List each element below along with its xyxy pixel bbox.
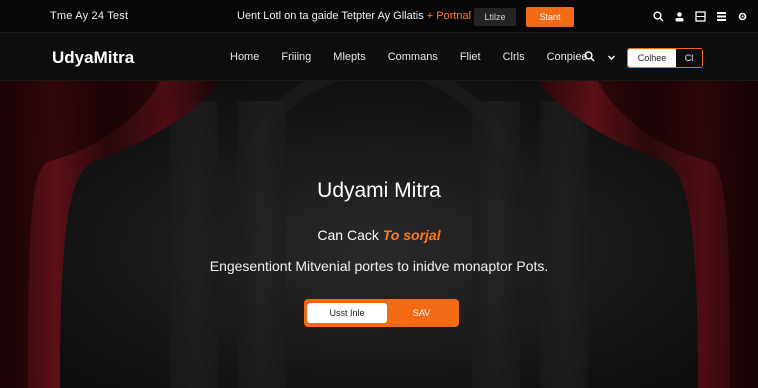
topbar-small-button[interactable]: Ltilze — [474, 8, 516, 26]
pill-left-button[interactable]: Colhee — [628, 49, 676, 67]
pill-right-button[interactable]: Cl — [676, 49, 702, 67]
nav-item-4[interactable]: Commans — [388, 51, 438, 63]
nav-item-3[interactable]: Mlepts — [333, 51, 365, 63]
chevron-down-icon[interactable] — [607, 49, 616, 67]
nav-menu: Home Friiing Mlepts Commans Fliet Clrls … — [230, 51, 610, 63]
search-icon[interactable] — [584, 49, 595, 67]
nav-icons — [584, 49, 616, 67]
user-icon[interactable] — [673, 9, 685, 23]
brand-logo[interactable]: UdyaMitra — [52, 48, 134, 68]
grid-icon[interactable] — [694, 9, 706, 23]
topbar-icons — [652, 9, 748, 23]
hero-section: Udyami Mitra Can Cack To sorjal Engesent… — [0, 81, 758, 388]
topbar-left-text: Tme Ay 24 Test — [50, 10, 129, 22]
topbar-message: Uent Lotl on ta gaide Tetpter Ay Gllatis — [237, 10, 424, 22]
nav-item-7[interactable]: Conpiee — [547, 51, 588, 63]
announcement-bar: Tme Ay 24 Test Uent Lotl on ta gaide Tet… — [0, 0, 758, 33]
hero-button-group: Usst Inle SAV — [304, 299, 459, 327]
main-navigation: UdyaMitra Home Friiing Mlepts Commans Fl… — [0, 33, 758, 81]
nav-item-6[interactable]: Clrls — [503, 51, 525, 63]
nav-item-5[interactable]: Fliet — [460, 51, 481, 63]
menu-icon[interactable] — [715, 9, 727, 23]
nav-item-home[interactable]: Home — [230, 51, 259, 63]
hero-secondary-button[interactable]: SAV — [387, 308, 456, 318]
hero-title: Udyami Mitra — [317, 179, 441, 202]
pillar-decoration — [472, 101, 520, 388]
hero-subtitle-prefix: Can Cack — [317, 227, 379, 243]
topbar-start-button[interactable]: Stant — [526, 7, 574, 27]
search-icon[interactable] — [652, 9, 664, 23]
topbar-portal-link[interactable]: + Portnal — [427, 10, 471, 22]
nav-item-2[interactable]: Friiing — [281, 51, 311, 63]
hero-subtitle: Can Cack To sorjal — [0, 227, 758, 243]
topbar-center-text: Uent Lotl on ta gaide Tetpter Ay Gllatis… — [237, 10, 471, 22]
pillar-decoration — [238, 101, 286, 388]
hero-primary-button[interactable]: Usst Inle — [307, 303, 387, 323]
settings-icon[interactable] — [736, 9, 748, 23]
hero-subtitle-accent: To sorjal — [382, 227, 441, 243]
nav-pill-toggle: Colhee Cl — [627, 48, 703, 68]
hero-description: Engesentiont Mitvenial portes to inidve … — [209, 258, 549, 274]
